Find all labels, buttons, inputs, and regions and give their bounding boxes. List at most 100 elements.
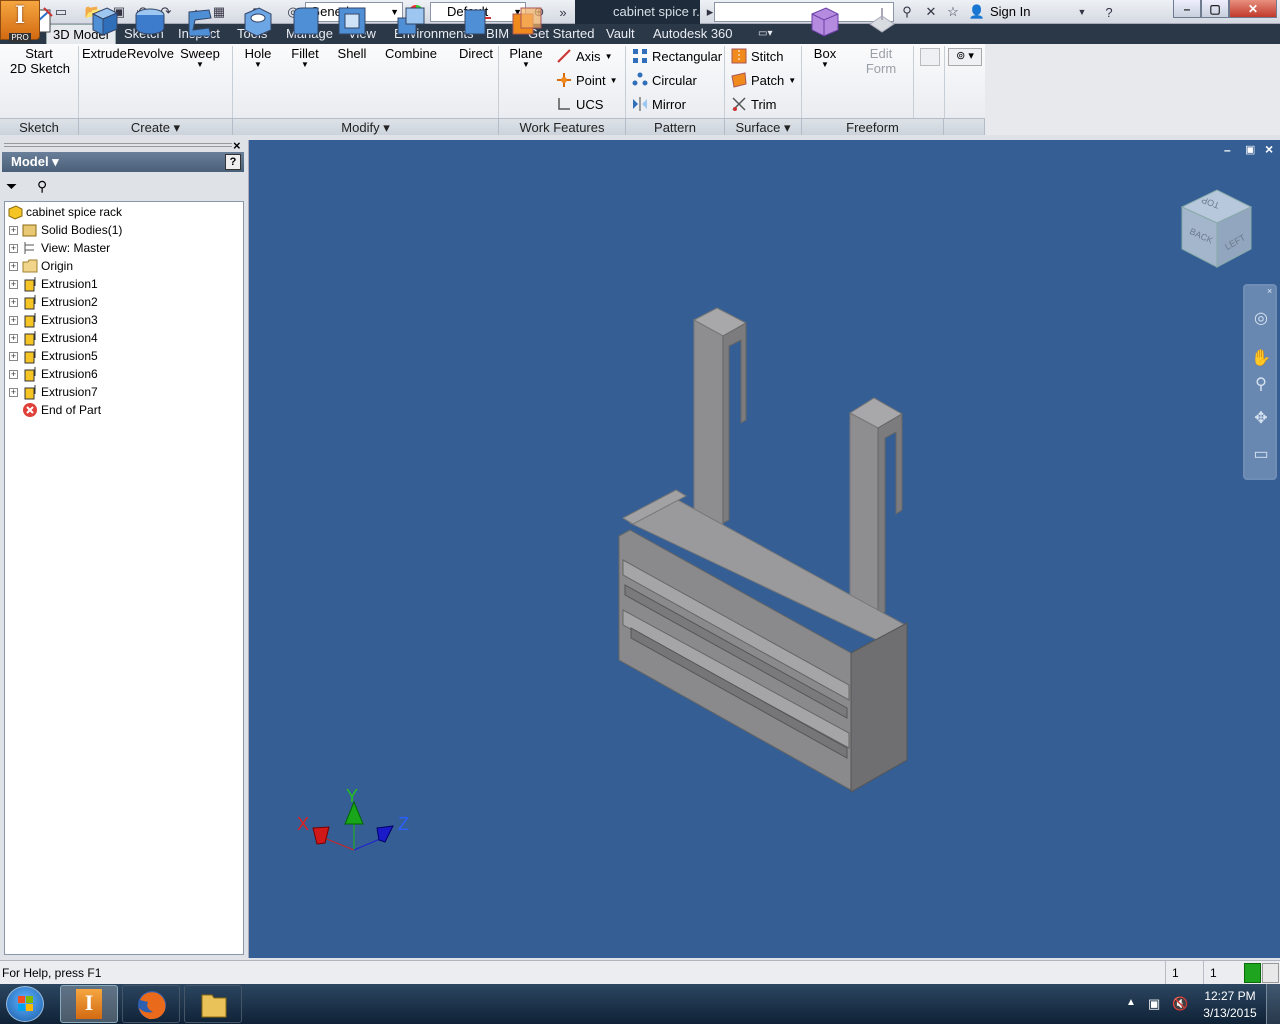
clock-date[interactable]: 3/13/2015 (1200, 1006, 1260, 1020)
tree-item-solid-bodies[interactable]: + Solid Bodies(1) (5, 221, 122, 239)
end-of-part-icon (22, 402, 38, 418)
expand-icon[interactable]: + (9, 369, 18, 379)
ucs-button[interactable]: UCS (556, 96, 603, 112)
show-desktop-button[interactable] (1266, 984, 1280, 1024)
look-at-icon[interactable]: ▭ (1251, 444, 1271, 464)
chevron-down-icon[interactable]: ▼ (1073, 3, 1091, 21)
tree-item-end-of-part[interactable]: End of Part (22, 401, 101, 419)
taskbar-inventor[interactable]: I (60, 985, 118, 1023)
volume-muted-icon[interactable]: 🔇 (1172, 996, 1188, 1012)
panel-label-empty (944, 118, 985, 135)
panel-options-dropdown[interactable]: ⊚ ▾ (948, 48, 982, 66)
viewport-restore-button[interactable]: ▣ (1245, 143, 1255, 156)
mirror-button[interactable]: Mirror (632, 96, 686, 112)
expand-icon[interactable]: + (9, 243, 18, 253)
expand-icon[interactable]: + (9, 351, 18, 361)
filter-icon[interactable]: ⏷ (6, 178, 17, 195)
box-button[interactable]: Box ▼ (806, 4, 844, 69)
edit-form-button[interactable]: Edit Form (858, 4, 904, 76)
network-icon[interactable]: ▣ (1148, 996, 1160, 1012)
clock-time[interactable]: 12:27 PM (1200, 989, 1260, 1003)
tree-item-extrusion4[interactable]: + Extrusion4 (5, 329, 98, 347)
windows-taskbar: I ▲ ▣ 🔇 12:27 PM 3/13/2015 (0, 984, 1280, 1024)
status-help-text: For Help, press F1 (2, 966, 102, 980)
revolve-button[interactable]: Revolve (127, 4, 174, 61)
taskbar-explorer[interactable] (184, 985, 242, 1023)
expand-icon[interactable]: + (9, 279, 18, 289)
find-binoculars-icon[interactable]: ⚲ (37, 178, 47, 195)
graphics-viewport[interactable]: TOP BACK LEFT X Y Z – ▣ × (248, 140, 1280, 958)
tray-expand-icon[interactable]: ▲ (1126, 997, 1136, 1008)
hole-button[interactable]: Hole ▼ (238, 4, 278, 69)
panel-label-surface[interactable]: Surface ▾ (725, 118, 802, 135)
steering-wheel-icon[interactable]: ◎ (1251, 308, 1271, 328)
browser-header[interactable]: Model ▾ (2, 152, 244, 172)
tree-item-extrusion5[interactable]: + Extrusion5 (5, 347, 98, 365)
rectangular-pattern-button[interactable]: Rectangular (632, 48, 722, 64)
tree-item-extrusion2[interactable]: + Extrusion2 (5, 293, 98, 311)
convert-icon[interactable] (920, 48, 940, 66)
expand-icon[interactable]: + (9, 261, 18, 271)
sweep-button[interactable]: Sweep ▼ (178, 4, 222, 69)
expand-icon[interactable]: + (9, 315, 18, 325)
viewport-close-button[interactable]: × (1265, 141, 1273, 157)
application-menu-button[interactable]: I PRO (0, 0, 40, 42)
direct-button[interactable]: Direct (456, 4, 496, 61)
view-cube[interactable]: TOP BACK LEFT (1179, 185, 1259, 275)
taskbar-firefox[interactable] (122, 985, 180, 1023)
start-button[interactable] (6, 986, 44, 1022)
tree-item-view-master[interactable]: + View: Master (5, 239, 110, 257)
document-tab[interactable]: cabinet spice r... (575, 0, 700, 24)
viewport-minimize-button[interactable]: – (1224, 143, 1231, 157)
orbit-icon[interactable]: ✥ (1251, 408, 1271, 428)
coordinate-triad: X Y Z (297, 786, 409, 851)
close-button[interactable]: ✕ (1229, 0, 1277, 18)
minimize-button[interactable]: – (1173, 0, 1201, 18)
subscription-icon[interactable]: ✕ (922, 3, 940, 21)
extrusion-icon (22, 330, 38, 346)
browser-help-icon[interactable]: ? (225, 154, 241, 170)
plane-button[interactable]: Plane ▼ (505, 4, 547, 69)
stitch-button[interactable]: Stitch (731, 48, 784, 64)
fillet-button[interactable]: Fillet ▼ (285, 4, 325, 69)
expand-icon[interactable]: + (9, 387, 18, 397)
star-icon[interactable]: ☆ (944, 3, 962, 21)
tab-vault[interactable]: Vault (600, 24, 641, 44)
close-icon[interactable]: × (1267, 286, 1272, 296)
maximize-button[interactable]: ▢ (1201, 0, 1229, 18)
divider (625, 46, 626, 118)
panel-label-modify[interactable]: Modify ▾ (233, 118, 499, 135)
close-icon[interactable]: × (233, 138, 241, 153)
circular-pattern-icon (632, 72, 648, 88)
expand-icon[interactable]: + (9, 225, 18, 235)
panel-label-create[interactable]: Create ▾ (79, 118, 233, 135)
tab-autodesk-360[interactable]: Autodesk 360 (647, 24, 739, 44)
tree-root[interactable]: cabinet spice rack (7, 203, 122, 221)
pan-hand-icon[interactable]: ✋ (1251, 348, 1271, 368)
axis-button[interactable]: Axis ▼ (556, 48, 612, 64)
more-icon[interactable]: » (554, 3, 572, 21)
tree-item-extrusion6[interactable]: + Extrusion6 (5, 365, 98, 383)
tab-options-icon[interactable]: ▭▾ (752, 24, 778, 44)
zoom-icon[interactable]: ⚲ (1251, 374, 1271, 394)
trim-button[interactable]: Trim (731, 96, 777, 112)
divider (724, 46, 725, 118)
shell-button[interactable]: Shell (333, 4, 371, 61)
combine-button[interactable]: Combine (384, 4, 438, 61)
tree-item-extrusion3[interactable]: + Extrusion3 (5, 311, 98, 329)
expand-icon[interactable]: + (9, 333, 18, 343)
tree-item-extrusion7[interactable]: + Extrusion7 (5, 383, 98, 401)
patch-button[interactable]: Patch ▼ (731, 72, 796, 88)
point-button[interactable]: Point ▼ (556, 72, 618, 88)
tree-item-origin[interactable]: + Origin (5, 257, 73, 275)
help-icon[interactable]: ? (1100, 3, 1118, 21)
circular-pattern-button[interactable]: Circular (632, 72, 697, 88)
expand-icon[interactable]: + (9, 297, 18, 307)
browser-grip[interactable] (4, 143, 232, 147)
tree-item-extrusion1[interactable]: + Extrusion1 (5, 275, 98, 293)
freeform-box-icon (808, 4, 842, 38)
sign-in-link[interactable]: Sign In (990, 4, 1030, 19)
divider (944, 46, 945, 118)
folder-icon (22, 258, 38, 274)
extrude-button[interactable]: Extrude (82, 4, 127, 61)
